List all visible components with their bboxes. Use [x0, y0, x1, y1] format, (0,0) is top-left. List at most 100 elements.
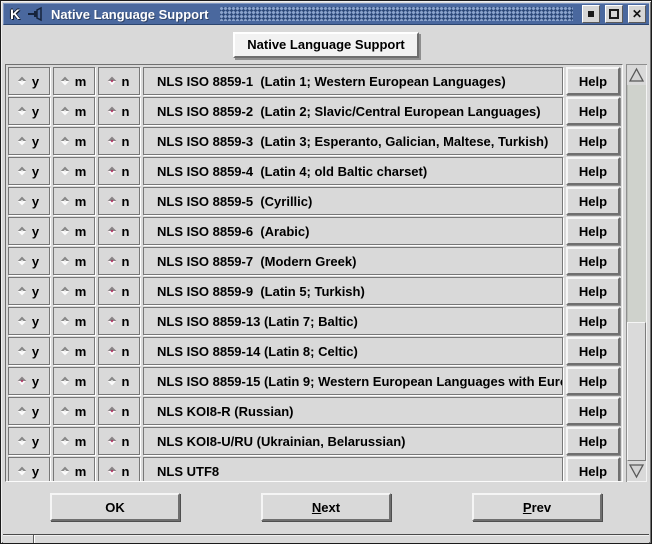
radio-diamond-icon: [60, 197, 68, 205]
radio-no-cell[interactable]: n: [98, 187, 140, 215]
radio-yes-cell[interactable]: y: [8, 97, 50, 125]
radio-yes-cell[interactable]: y: [8, 157, 50, 185]
minimize-button[interactable]: [582, 5, 600, 23]
help-button[interactable]: Help: [566, 337, 620, 365]
close-button[interactable]: ✕: [628, 5, 646, 23]
kde-menu-icon[interactable]: K: [7, 6, 23, 22]
radio-no-cell[interactable]: n: [98, 67, 140, 95]
radio-diamond-icon: [107, 377, 115, 385]
ok-button[interactable]: OK: [50, 493, 180, 521]
radio-no-label: n: [122, 224, 130, 239]
radio-no-cell[interactable]: n: [98, 457, 140, 482]
radio-yes-cell[interactable]: y: [8, 277, 50, 305]
radio-diamond-icon: [60, 137, 68, 145]
radio-module-cell[interactable]: m: [53, 307, 95, 335]
radio-module-cell[interactable]: m: [53, 457, 95, 482]
help-button[interactable]: Help: [566, 307, 620, 335]
prev-button-label: rev: [532, 500, 552, 515]
radio-no-cell[interactable]: n: [98, 307, 140, 335]
radio-module-cell[interactable]: m: [53, 67, 95, 95]
radio-module-label: m: [75, 314, 87, 329]
titlebar-texture[interactable]: [220, 7, 573, 21]
radio-yes-cell[interactable]: y: [8, 397, 50, 425]
help-button[interactable]: Help: [566, 127, 620, 155]
radio-yes-label: y: [32, 74, 39, 89]
radio-no-cell[interactable]: n: [98, 337, 140, 365]
nls-row: y m n NLS UTF8 Help: [8, 457, 620, 482]
next-button[interactable]: Next: [261, 493, 391, 521]
radio-module-cell[interactable]: m: [53, 97, 95, 125]
radio-yes-cell[interactable]: y: [8, 217, 50, 245]
option-label: NLS ISO 8859-15 (Latin 9; Western Europe…: [143, 367, 563, 395]
option-label: NLS ISO 8859-1 (Latin 1; Western Europea…: [143, 67, 563, 95]
radio-yes-cell[interactable]: y: [8, 427, 50, 455]
radio-no-cell[interactable]: n: [98, 97, 140, 125]
radio-module-cell[interactable]: m: [53, 247, 95, 275]
radio-module-cell[interactable]: m: [53, 397, 95, 425]
radio-diamond-icon: [60, 227, 68, 235]
radio-no-cell[interactable]: n: [98, 277, 140, 305]
window-resize-bar[interactable]: [3, 534, 649, 543]
help-button[interactable]: Help: [566, 247, 620, 275]
radio-module-cell[interactable]: m: [53, 337, 95, 365]
radio-no-cell[interactable]: n: [98, 427, 140, 455]
radio-no-cell[interactable]: n: [98, 397, 140, 425]
nls-row: y m n NLS KOI8-U/RU (Ukrainian, Belaruss…: [8, 427, 620, 455]
ok-button-label: OK: [105, 500, 125, 515]
radio-diamond-icon: [60, 317, 68, 325]
help-button[interactable]: Help: [566, 397, 620, 425]
radio-diamond-icon: [18, 467, 26, 475]
prev-button[interactable]: Prev: [472, 493, 602, 521]
radio-yes-cell[interactable]: y: [8, 367, 50, 395]
radio-no-cell[interactable]: n: [98, 127, 140, 155]
scrollbar-up-button[interactable]: [627, 65, 646, 85]
radio-module-cell[interactable]: m: [53, 427, 95, 455]
radio-yes-label: y: [32, 104, 39, 119]
scrollbar-trough[interactable]: [627, 85, 646, 461]
help-button[interactable]: Help: [566, 457, 620, 482]
nls-row: y m n NLS ISO 8859-9 (Latin 5; Turkish) …: [8, 277, 620, 305]
nls-option-list: y m n NLS ISO 8859-1 (Latin 1; Western E…: [5, 64, 623, 482]
radio-no-cell[interactable]: n: [98, 217, 140, 245]
radio-yes-label: y: [32, 224, 39, 239]
scrollbar-down-button[interactable]: [627, 461, 646, 481]
help-button[interactable]: Help: [566, 157, 620, 185]
nls-row: y m n NLS ISO 8859-5 (Cyrillic) Help: [8, 187, 620, 215]
radio-module-cell[interactable]: m: [53, 157, 95, 185]
radio-yes-cell[interactable]: y: [8, 247, 50, 275]
radio-no-cell[interactable]: n: [98, 367, 140, 395]
help-button[interactable]: Help: [566, 217, 620, 245]
nls-row: y m n NLS ISO 8859-1 (Latin 1; Western E…: [8, 67, 620, 95]
maximize-button[interactable]: [605, 5, 623, 23]
radio-yes-cell[interactable]: y: [8, 307, 50, 335]
radio-diamond-icon: [107, 257, 115, 265]
radio-yes-cell[interactable]: y: [8, 187, 50, 215]
radio-yes-cell[interactable]: y: [8, 457, 50, 482]
radio-module-cell[interactable]: m: [53, 367, 95, 395]
help-button[interactable]: Help: [566, 97, 620, 125]
radio-yes-cell[interactable]: y: [8, 127, 50, 155]
radio-diamond-icon: [107, 77, 115, 85]
radio-yes-cell[interactable]: y: [8, 337, 50, 365]
help-button[interactable]: Help: [566, 277, 620, 305]
help-button[interactable]: Help: [566, 67, 620, 95]
scrollbar-thumb[interactable]: [627, 322, 646, 461]
vertical-scrollbar[interactable]: [626, 64, 647, 482]
nls-row: y m n NLS ISO 8859-7 (Modern Greek) Help: [8, 247, 620, 275]
radio-module-cell[interactable]: m: [53, 217, 95, 245]
help-button[interactable]: Help: [566, 427, 620, 455]
radio-diamond-icon: [60, 467, 68, 475]
sticky-pin-icon[interactable]: [27, 6, 43, 22]
radio-no-cell[interactable]: n: [98, 247, 140, 275]
radio-no-cell[interactable]: n: [98, 157, 140, 185]
radio-module-label: m: [75, 464, 87, 479]
header-row: Native Language Support: [5, 32, 647, 58]
help-button[interactable]: Help: [566, 367, 620, 395]
nls-row: y m n NLS ISO 8859-2 (Latin 2; Slavic/Ce…: [8, 97, 620, 125]
radio-module-cell[interactable]: m: [53, 127, 95, 155]
next-button-accel: N: [312, 500, 321, 515]
radio-module-cell[interactable]: m: [53, 187, 95, 215]
radio-module-cell[interactable]: m: [53, 277, 95, 305]
help-button[interactable]: Help: [566, 187, 620, 215]
radio-yes-cell[interactable]: y: [8, 67, 50, 95]
